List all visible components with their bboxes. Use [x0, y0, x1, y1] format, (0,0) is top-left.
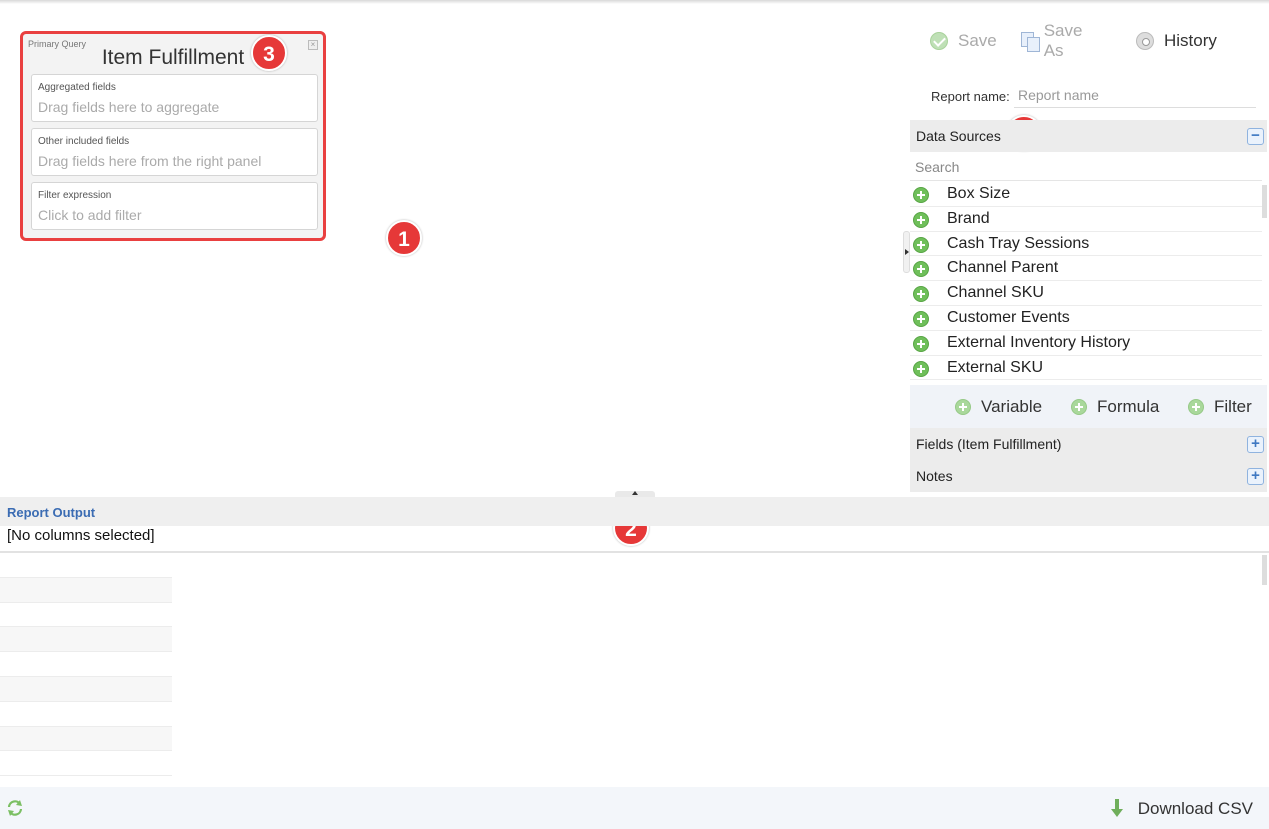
data-source-label: Customer Events	[947, 308, 1070, 326]
data-source-item[interactable]: Box Size	[910, 182, 1262, 207]
expand-fields-icon[interactable]: +	[1247, 436, 1264, 453]
footer-bar: Download CSV	[0, 787, 1269, 829]
table-row	[0, 577, 172, 603]
table-row	[0, 602, 172, 628]
copy-icon	[1021, 32, 1040, 52]
report-output-header: Report Output	[0, 497, 1269, 526]
add-source-icon[interactable]	[913, 335, 929, 352]
add-source-icon[interactable]	[913, 187, 929, 203]
data-source-item[interactable]: Cash Tray Sessions	[910, 232, 1262, 257]
data-source-item[interactable]: External SKU	[910, 356, 1262, 381]
output-grid	[0, 553, 172, 777]
history-label: History	[1164, 31, 1217, 50]
plus-circle-icon	[1071, 399, 1087, 415]
data-sources-scrollbar[interactable]	[1262, 185, 1267, 218]
check-circle-icon	[930, 32, 948, 50]
data-source-label: External SKU	[947, 358, 1044, 376]
save-as-button[interactable]: Save As	[1021, 21, 1088, 60]
callout-1: 1	[386, 220, 422, 256]
output-divider	[0, 551, 1269, 553]
data-source-item[interactable]: Brand	[910, 207, 1262, 232]
save-button[interactable]: Save	[930, 30, 997, 52]
notes-panel-title: Notes	[916, 468, 953, 484]
filter-expression-zone[interactable]: Filter expression Click to add filter	[31, 182, 318, 230]
data-source-item[interactable]: Customer Events	[910, 306, 1262, 331]
report-output-title: Report Output	[7, 505, 96, 520]
data-source-item[interactable]: External Inventory History	[910, 331, 1262, 356]
refresh-icon[interactable]	[6, 799, 24, 817]
action-bar: Variable Formula Filter	[910, 385, 1267, 429]
data-sources-list: Box Size Brand Cash Tray Sessions Channe…	[910, 182, 1262, 381]
data-sources-search-input[interactable]	[910, 153, 1262, 181]
add-filter-button[interactable]: Filter	[1188, 397, 1252, 417]
expand-notes-icon[interactable]: +	[1247, 468, 1264, 485]
report-output-status: [No columns selected]	[7, 527, 155, 544]
table-row	[0, 726, 172, 752]
data-sources-header[interactable]: Data Sources −	[910, 120, 1267, 152]
data-sources-title: Data Sources	[916, 128, 1001, 144]
plus-circle-icon	[1188, 399, 1204, 415]
data-source-label: Channel Parent	[947, 259, 1059, 277]
report-name-input[interactable]	[1014, 83, 1256, 108]
data-source-label: Box Size	[947, 185, 1011, 202]
other-fields-label: Other included fields	[38, 136, 130, 147]
aggregated-fields-zone[interactable]: Aggregated fields Drag fields here to ag…	[31, 74, 318, 122]
filter-label: Filter	[1214, 397, 1252, 416]
panel-splitter-handle[interactable]	[903, 231, 910, 273]
data-source-label: External Inventory History	[947, 333, 1131, 351]
add-variable-button[interactable]: Variable	[955, 397, 1042, 417]
save-as-label: Save As	[1043, 21, 1083, 60]
history-button[interactable]: History	[1136, 30, 1217, 52]
save-label: Save	[958, 31, 997, 50]
aggregated-fields-hint: Drag fields here to aggregate	[38, 99, 220, 115]
download-arrow-icon	[1110, 799, 1123, 817]
add-source-icon[interactable]	[913, 360, 929, 377]
data-source-item[interactable]: Channel SKU	[910, 281, 1262, 306]
download-csv-button[interactable]: Download CSV	[1110, 799, 1253, 819]
data-source-label: Channel SKU	[947, 284, 1044, 302]
add-source-icon[interactable]	[913, 310, 929, 327]
formula-label: Formula	[1097, 397, 1160, 416]
plus-circle-icon	[955, 399, 971, 415]
table-row	[0, 751, 172, 777]
fields-panel-title: Fields (Item Fulfillment)	[916, 436, 1062, 452]
notes-panel-header[interactable]: Notes +	[910, 460, 1267, 492]
filter-expression-hint: Click to add filter	[38, 207, 142, 223]
table-row	[0, 553, 172, 578]
fields-panel-header[interactable]: Fields (Item Fulfillment) +	[910, 428, 1267, 460]
callout-3: 3	[251, 35, 287, 71]
table-row	[0, 676, 172, 702]
download-csv-label: Download CSV	[1137, 799, 1253, 818]
other-fields-zone[interactable]: Other included fields Drag fields here f…	[31, 128, 318, 176]
top-shadow	[0, 0, 1269, 4]
output-scrollbar[interactable]	[1262, 555, 1267, 585]
close-query-icon[interactable]: ×	[308, 40, 318, 50]
add-formula-button[interactable]: Formula	[1071, 397, 1159, 417]
data-source-label: Brand	[947, 209, 990, 227]
aggregated-fields-label: Aggregated fields	[38, 82, 116, 93]
add-source-icon[interactable]	[913, 236, 929, 253]
add-source-icon[interactable]	[913, 211, 929, 228]
filter-expression-label: Filter expression	[38, 190, 112, 201]
add-source-icon[interactable]	[913, 261, 929, 278]
data-source-item[interactable]: Channel Parent	[910, 256, 1262, 282]
history-icon	[1136, 32, 1154, 50]
other-fields-hint: Drag fields here from the right panel	[38, 153, 262, 169]
table-row	[0, 701, 172, 727]
data-source-label: Cash Tray Sessions	[947, 234, 1090, 252]
add-source-icon[interactable]	[913, 286, 929, 303]
collapse-data-sources-icon[interactable]: −	[1247, 128, 1264, 145]
variable-label: Variable	[981, 397, 1043, 416]
table-row	[0, 627, 172, 653]
table-row	[0, 652, 172, 677]
report-name-label: Report name:	[931, 89, 1010, 104]
